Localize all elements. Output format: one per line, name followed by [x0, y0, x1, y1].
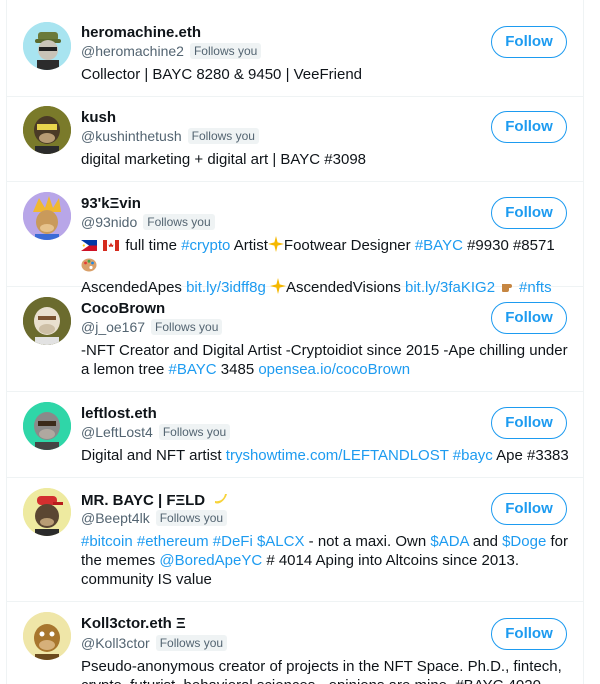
follow-button[interactable]: Follow: [491, 111, 567, 143]
handle[interactable]: @heromachine2: [81, 43, 184, 59]
follow-button[interactable]: Follow: [491, 618, 567, 650]
cashtag-link[interactable]: $ALCX: [257, 533, 305, 550]
bio-link[interactable]: opensea.io/cocoBrown: [258, 361, 410, 378]
handle[interactable]: @j_oe167: [81, 319, 145, 335]
handle[interactable]: @Beept4lk: [81, 510, 150, 526]
bio: Collector | BAYC 8280 & 9450 | VeeFriend: [81, 66, 363, 83]
avatar[interactable]: [23, 402, 71, 450]
avatar[interactable]: [23, 297, 71, 345]
follow-button[interactable]: Follow: [491, 26, 567, 58]
mention-link[interactable]: @BoredApeYC: [159, 552, 262, 569]
bio: #bitcoin #ethereum #DeFi $ALCX - not a m…: [81, 533, 568, 588]
handle-line: @Beept4lk Follows you: [81, 509, 228, 527]
user-cell[interactable]: 93'kΞvin @93nido Follows you full time #c…: [7, 182, 583, 296]
cashtag-link[interactable]: $Doge: [502, 533, 546, 550]
handle-line: @kushinthetush Follows you: [81, 127, 259, 145]
hashtag-link[interactable]: #BAYC: [415, 237, 463, 254]
avatar[interactable]: [23, 22, 71, 70]
display-name[interactable]: CocoBrown: [81, 300, 165, 318]
user-cell[interactable]: leftlost.eth @LeftLost4 Follows you Digit…: [7, 392, 583, 478]
follows-you-badge: Follows you: [187, 128, 259, 144]
follows-you-badge: Follows you: [155, 510, 228, 526]
user-cell[interactable]: heromachine.eth @heromachine2 Follows you…: [7, 0, 583, 97]
handle-line: @93nido Follows you: [81, 213, 215, 231]
handle[interactable]: @kushinthetush: [81, 128, 182, 144]
follows-you-badge: Follows you: [155, 635, 228, 651]
display-name[interactable]: 93'kΞvin: [81, 195, 141, 213]
follow-button[interactable]: Follow: [491, 302, 567, 334]
handle-line: @LeftLost4 Follows you: [81, 423, 231, 441]
sparkles-icon: [267, 236, 284, 257]
cashtag-link[interactable]: $ADA: [430, 533, 468, 550]
avatar[interactable]: [23, 106, 71, 154]
hashtag-link[interactable]: #bayc: [453, 447, 493, 464]
handle-line: @j_oe167 Follows you: [81, 318, 223, 336]
hashtag-link[interactable]: #bitcoin: [81, 533, 133, 550]
canada-flag-icon: [103, 237, 120, 251]
hashtag-link[interactable]: #ethereum: [137, 533, 209, 550]
handle[interactable]: @93nido: [81, 214, 137, 230]
philippines-flag-icon: [81, 237, 97, 251]
follows-you-badge: Follows you: [158, 424, 231, 440]
follow-button[interactable]: Follow: [491, 493, 567, 525]
follows-you-badge: Follows you: [151, 319, 223, 335]
palette-icon: [81, 257, 97, 278]
handle-line: @heromachine2 Follows you: [81, 42, 262, 60]
hashtag-link[interactable]: #crypto: [181, 237, 230, 254]
hashtag-link[interactable]: #DeFi: [213, 533, 253, 550]
follows-you-badge: Follows you: [189, 43, 262, 59]
display-name[interactable]: heromachine.eth: [81, 24, 201, 42]
handle[interactable]: @Koll3ctor: [81, 635, 150, 651]
avatar[interactable]: [23, 488, 71, 536]
handle[interactable]: @LeftLost4: [81, 424, 153, 440]
bio: -NFT Creator and Digital Artist -Cryptoi…: [81, 342, 568, 378]
display-name[interactable]: kush: [81, 109, 116, 127]
user-cell[interactable]: CocoBrown @j_oe167 Follows you -NFT Creat…: [7, 287, 583, 392]
bio: Digital and NFT artist tryshowtime.com/L…: [81, 447, 569, 464]
user-cell[interactable]: Koll3ctor.eth Ξ @Koll3ctor Follows you Ps…: [7, 602, 583, 684]
bio: digital marketing + digital art | BAYC #…: [81, 151, 367, 168]
follow-button[interactable]: Follow: [491, 407, 567, 439]
display-name[interactable]: leftlost.eth: [81, 405, 157, 423]
avatar[interactable]: [23, 192, 71, 240]
display-name[interactable]: Koll3ctor.eth Ξ: [81, 615, 186, 633]
who-to-follow-list: heromachine.eth @heromachine2 Follows you…: [6, 0, 584, 684]
bio-link[interactable]: tryshowtime.com/LEFTANDLOST: [226, 447, 449, 464]
bio: Pseudo-anonymous creator of projects in …: [81, 658, 562, 684]
follow-button[interactable]: Follow: [491, 197, 567, 229]
user-cell[interactable]: MR. BAYC | FΞLD @Beept4lk Follows you #bi…: [7, 478, 583, 602]
user-cell[interactable]: kush @kushinthetush Follows you digital m…: [7, 96, 583, 182]
follows-you-badge: Follows you: [143, 214, 215, 230]
avatar[interactable]: [23, 612, 71, 660]
hashtag-link[interactable]: #BAYC: [169, 361, 217, 378]
handle-line: @Koll3ctor Follows you: [81, 634, 228, 652]
